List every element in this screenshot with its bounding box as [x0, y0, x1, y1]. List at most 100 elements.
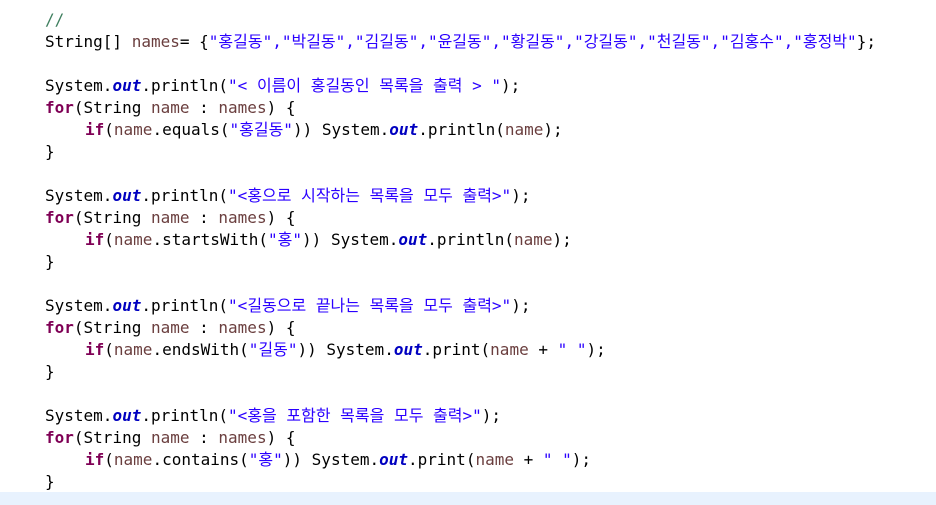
println-method: .println( — [141, 186, 229, 205]
code-line-if: if(name.startsWith("홍")) System.out.prin… — [45, 229, 572, 251]
statement-end: }; — [856, 32, 876, 51]
if-keyword: if — [85, 340, 105, 359]
type-name: String[] — [45, 32, 123, 51]
message-string: "<길동으로 끝나는 목록을 모두 출력>" — [228, 296, 512, 315]
close-paren: ); — [481, 406, 502, 425]
space-string: " " — [542, 450, 572, 469]
out-field: out — [112, 76, 142, 95]
method-argument: "홍" — [268, 230, 303, 249]
name-variable: name — [113, 230, 153, 249]
out-field: out — [393, 340, 423, 359]
close-paren: ); — [501, 76, 521, 95]
string-method: .equals( — [152, 120, 230, 139]
name-variable: name — [113, 450, 153, 469]
close-brace: } — [45, 142, 55, 161]
if-close: )) — [292, 120, 322, 139]
if-open: ( — [104, 450, 114, 469]
code-line-if: if(name.endsWith("길동")) System.out.print… — [45, 339, 606, 361]
code-line-close-brace: } — [45, 141, 55, 163]
out-field: out — [389, 120, 419, 139]
for-keyword: for — [45, 428, 74, 447]
for-keyword: for — [45, 318, 74, 337]
string-method: .endsWith( — [152, 340, 249, 359]
loop-variable: name — [150, 98, 190, 117]
array-variable: names — [218, 318, 267, 337]
println-method: .println( — [141, 406, 229, 425]
for-open: (String — [73, 98, 151, 117]
println-method: .println( — [427, 230, 514, 249]
close-paren: ); — [511, 296, 531, 315]
system-class: System. — [45, 76, 113, 95]
system-class: System. — [45, 406, 113, 425]
code-line-comment: // — [45, 9, 64, 31]
code-line-close-brace: } — [45, 251, 55, 273]
current-line-highlight — [0, 492, 936, 505]
code-line-for: for(String name : names) { — [45, 317, 295, 339]
system-class: System. — [321, 120, 390, 139]
system-class: System. — [311, 450, 380, 469]
assign-operator: = { — [179, 32, 209, 51]
for-close: ) { — [266, 98, 296, 117]
comment: // — [45, 10, 65, 29]
out-field: out — [379, 450, 409, 469]
code-line-println: System.out.println("< 이름이 홍길동인 목록을 출력 > … — [45, 75, 520, 97]
close-brace: } — [45, 362, 55, 381]
print-method: .print( — [408, 450, 476, 469]
if-open: ( — [104, 230, 114, 249]
close-paren: ); — [586, 340, 606, 359]
code-line-if: if(name.contains("홍")) System.out.print(… — [45, 449, 591, 471]
close-paren: ); — [571, 450, 592, 469]
string-method: .contains( — [152, 450, 249, 469]
message-string: "<홍을 포함한 목록을 모두 출력>" — [228, 406, 482, 425]
method-argument: "길동" — [248, 340, 298, 359]
space-string: " " — [557, 340, 587, 359]
println-method: .println( — [141, 296, 229, 315]
close-paren: ); — [511, 186, 531, 205]
code-editor[interactable]: // String[] names= {"홍길동","박길동","김길동","윤… — [0, 0, 936, 505]
if-open: ( — [104, 120, 114, 139]
code-line-println: System.out.println("<길동으로 끝나는 목록을 모두 출력>… — [45, 295, 530, 317]
name-variable: name — [490, 340, 529, 359]
system-class: System. — [45, 296, 113, 315]
code-line-declaration: String[] names= {"홍길동","박길동","김길동","윤길동"… — [45, 31, 876, 53]
message-string: "< 이름이 홍길동인 목록을 출력 > " — [228, 76, 502, 95]
loop-variable: name — [150, 208, 190, 227]
for-close: ) { — [266, 318, 296, 337]
name-variable: name — [113, 120, 153, 139]
for-open: (String — [73, 318, 151, 337]
code-line-println: System.out.println("<홍을 포함한 목록을 모두 출력>")… — [45, 405, 501, 427]
if-keyword: if — [85, 120, 105, 139]
string-method: .startsWith( — [152, 230, 269, 249]
string-array-values: "홍길동","박길동","김길동","윤길동","황길동","강길동","천길동… — [208, 32, 857, 51]
method-argument: "홍길동" — [229, 120, 293, 139]
system-class: System. — [326, 340, 394, 359]
loop-variable: name — [150, 428, 190, 447]
if-close: )) — [282, 450, 312, 469]
if-keyword: if — [85, 230, 105, 249]
system-class: System. — [330, 230, 399, 249]
if-close: )) — [302, 230, 331, 249]
close-paren: ); — [543, 120, 563, 139]
code-line-close-brace: } — [45, 471, 55, 493]
code-line-for: for(String name : names) { — [45, 207, 295, 229]
loop-variable: name — [150, 318, 190, 337]
code-line-println: System.out.println("<홍으로 시작하는 목록을 모두 출력>… — [45, 185, 530, 207]
variable-names: names — [131, 32, 180, 51]
for-open: (String — [73, 208, 151, 227]
out-field: out — [112, 406, 142, 425]
if-open: ( — [104, 340, 114, 359]
code-line-close-brace: } — [45, 361, 55, 383]
array-variable: names — [218, 208, 267, 227]
out-field: out — [398, 230, 428, 249]
out-field: out — [112, 186, 142, 205]
array-variable: names — [218, 428, 267, 447]
method-argument: "홍" — [248, 450, 283, 469]
out-field: out — [112, 296, 142, 315]
close-brace: } — [45, 472, 55, 491]
for-close: ) { — [266, 428, 296, 447]
name-variable: name — [475, 450, 514, 469]
println-method: .println( — [418, 120, 505, 139]
if-keyword: if — [85, 450, 105, 469]
code-line-for: for(String name : names) { — [45, 427, 295, 449]
for-open: (String — [73, 428, 151, 447]
